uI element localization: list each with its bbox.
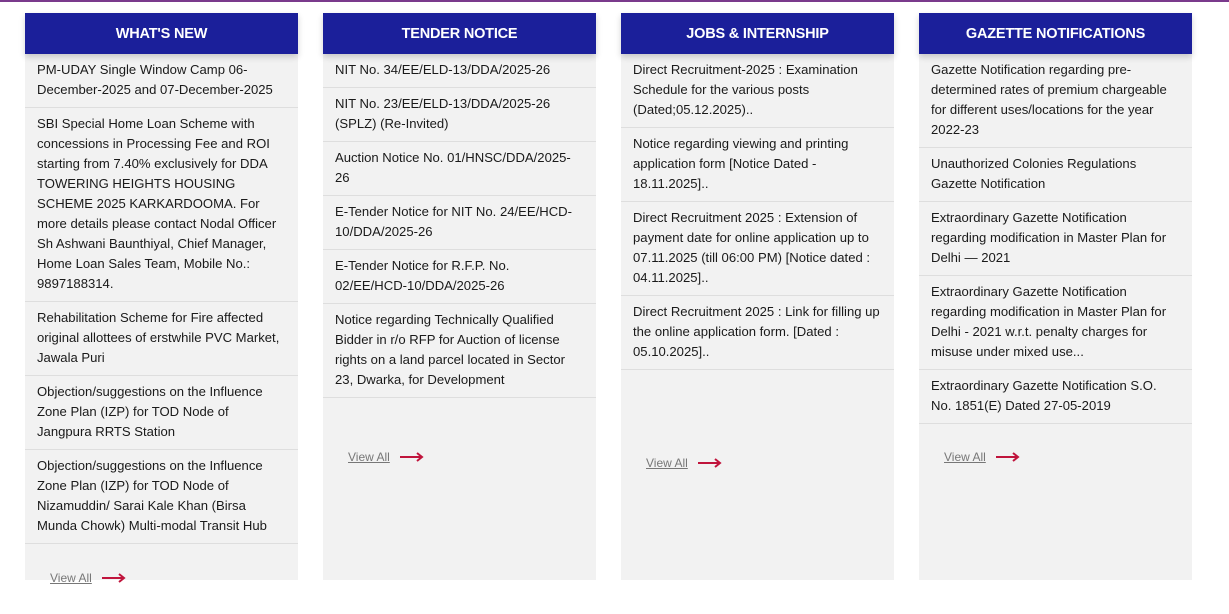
list-item[interactable]: Objection/suggestions on the Influence Z… xyxy=(25,450,298,544)
whats-new-header: WHAT'S NEW xyxy=(25,13,298,54)
notice-columns: WHAT'S NEW PM-UDAY Single Window Camp 06… xyxy=(25,13,1192,585)
list-item[interactable]: Direct Recruitment 2025 : Link for filli… xyxy=(621,296,894,370)
view-all-label: View All xyxy=(348,450,390,464)
tender-notice-list: NIT No. 34/EE/ELD-13/DDA/2025-26 NIT No.… xyxy=(323,54,596,398)
jobs-internship-panel: JOBS & INTERNSHIP Direct Recruitment-202… xyxy=(621,13,894,580)
whats-new-list: PM-UDAY Single Window Camp 06-December-2… xyxy=(25,54,298,544)
jobs-internship-header: JOBS & INTERNSHIP xyxy=(621,13,894,54)
list-item[interactable]: Extraordinary Gazette Notification S.O. … xyxy=(919,370,1192,424)
list-item[interactable]: Direct Recruitment 2025 : Extension of p… xyxy=(621,202,894,296)
list-item[interactable]: Extraordinary Gazette Notification regar… xyxy=(919,276,1192,370)
top-divider xyxy=(0,0,1229,2)
gazette-notifications-panel: GAZETTE NOTIFICATIONS Gazette Notificati… xyxy=(919,13,1192,580)
list-item[interactable]: Unauthorized Colonies Regulations Gazett… xyxy=(919,148,1192,202)
whats-new-view-all-link[interactable]: View All xyxy=(50,571,126,585)
gazette-notifications-header: GAZETTE NOTIFICATIONS xyxy=(919,13,1192,54)
view-all-label: View All xyxy=(50,571,92,585)
list-item[interactable]: Rehabilitation Scheme for Fire affected … xyxy=(25,302,298,376)
list-item[interactable]: Notice regarding viewing and printing ap… xyxy=(621,128,894,202)
long-right-arrow-icon xyxy=(399,452,424,462)
tender-notice-view-all-link[interactable]: View All xyxy=(348,450,424,464)
list-item[interactable]: E-Tender Notice for R.F.P. No. 02/EE/HCD… xyxy=(323,250,596,304)
list-item[interactable]: NIT No. 34/EE/ELD-13/DDA/2025-26 xyxy=(323,54,596,88)
list-item[interactable]: NIT No. 23/EE/ELD-13/DDA/2025-26 (SPLZ) … xyxy=(323,88,596,142)
list-item[interactable]: Objection/suggestions on the Influence Z… xyxy=(25,376,298,450)
list-item[interactable]: Auction Notice No. 01/HNSC/DDA/2025-26 xyxy=(323,142,596,196)
tender-notice-header: TENDER NOTICE xyxy=(323,13,596,54)
long-right-arrow-icon xyxy=(101,573,126,583)
list-item[interactable]: Extraordinary Gazette Notification regar… xyxy=(919,202,1192,276)
gazette-notifications-view-all-link[interactable]: View All xyxy=(944,450,1020,464)
long-right-arrow-icon xyxy=(995,452,1020,462)
tender-notice-panel: TENDER NOTICE NIT No. 34/EE/ELD-13/DDA/2… xyxy=(323,13,596,580)
list-item[interactable]: Notice regarding Technically Qualified B… xyxy=(323,304,596,398)
view-all-label: View All xyxy=(944,450,986,464)
whats-new-panel: WHAT'S NEW PM-UDAY Single Window Camp 06… xyxy=(25,13,298,585)
list-item[interactable]: SBI Special Home Loan Scheme with conces… xyxy=(25,108,298,302)
jobs-internship-view-all-link[interactable]: View All xyxy=(646,456,722,470)
view-all-label: View All xyxy=(646,456,688,470)
list-item[interactable]: Direct Recruitment-2025 : Examination Sc… xyxy=(621,54,894,128)
jobs-internship-list: Direct Recruitment-2025 : Examination Sc… xyxy=(621,54,894,370)
list-item[interactable]: PM-UDAY Single Window Camp 06-December-2… xyxy=(25,54,298,108)
list-item[interactable]: E-Tender Notice for NIT No. 24/EE/HCD-10… xyxy=(323,196,596,250)
list-item[interactable]: Gazette Notification regarding pre-deter… xyxy=(919,54,1192,148)
gazette-notifications-list: Gazette Notification regarding pre-deter… xyxy=(919,54,1192,424)
long-right-arrow-icon xyxy=(697,458,722,468)
